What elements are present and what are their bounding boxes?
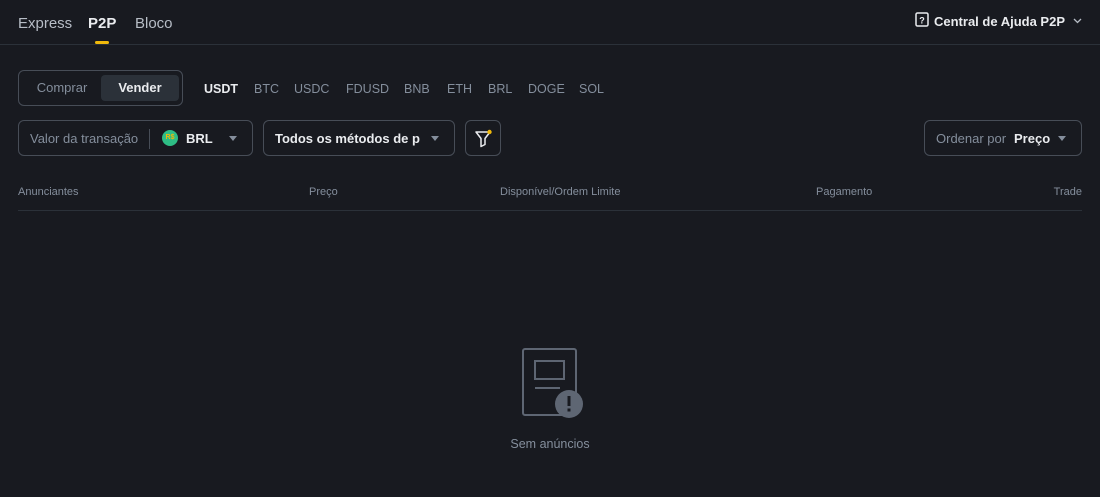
tab-express[interactable]: Express [18,15,72,32]
active-tab-indicator [95,41,109,44]
column-header-available-limit: Disponível/Ordem Limite [500,186,621,198]
amount-input[interactable]: Valor da transação [30,131,138,146]
sort-label: Ordenar por [936,131,1007,146]
field-divider [149,129,150,149]
help-center-link[interactable]: ? Central de Ajuda P2P [915,11,1082,31]
column-header-payment: Pagamento [816,186,873,198]
tab-p2p[interactable]: P2P [88,15,116,32]
payment-method-select[interactable]: Todos os métodos de pagamento [263,120,455,156]
column-header-advertisers: Anunciantes [18,186,79,198]
sort-select[interactable]: Ordenar por Preço [924,120,1082,156]
coin-tab-brl[interactable]: BRL [488,82,512,96]
currency-select[interactable]: R$ BRL [162,130,213,146]
svg-text:?: ? [919,15,925,25]
coin-tab-btc[interactable]: BTC [254,82,279,96]
tab-bloco[interactable]: Bloco [135,15,173,32]
table-header: Anunciantes Preço Disponível/Ordem Limit… [18,186,1082,211]
trade-type-toggle: Comprar Vender [18,70,183,106]
chevron-down-icon [1073,16,1082,27]
coin-tab-sol[interactable]: SOL [579,82,604,96]
coin-tab-usdc[interactable]: USDC [294,82,329,96]
coin-tab-usdt[interactable]: USDT [204,82,238,96]
coin-tab-eth[interactable]: ETH [447,82,472,96]
empty-state-message: Sem anúncios [510,437,590,451]
coin-tab-bnb[interactable]: BNB [404,82,430,96]
column-header-price: Preço [309,186,338,198]
filter-button[interactable] [465,120,501,156]
coin-tab-fdusd[interactable]: FDUSD [346,82,389,96]
currency-label: BRL [186,130,213,146]
sell-toggle[interactable]: Vender [101,75,179,101]
caret-down-icon [229,136,237,141]
amount-filter: Valor da transação R$ BRL [18,120,253,156]
caret-down-icon [431,136,439,141]
brl-currency-icon: R$ [162,130,178,146]
buy-toggle[interactable]: Comprar [23,75,101,101]
no-ads-document-icon [520,346,586,425]
top-navigation: Express P2P Bloco ? Central de Ajuda P2P [0,0,1100,45]
caret-down-icon [1058,136,1066,141]
sort-value: Preço [1014,131,1051,146]
column-header-trade: Trade [1053,186,1082,198]
help-center-label: Central de Ajuda P2P [934,13,1065,29]
coin-tab-doge[interactable]: DOGE [528,82,565,96]
payment-method-label: Todos os métodos de pagamento [275,131,420,146]
help-icon: ? [915,11,929,31]
